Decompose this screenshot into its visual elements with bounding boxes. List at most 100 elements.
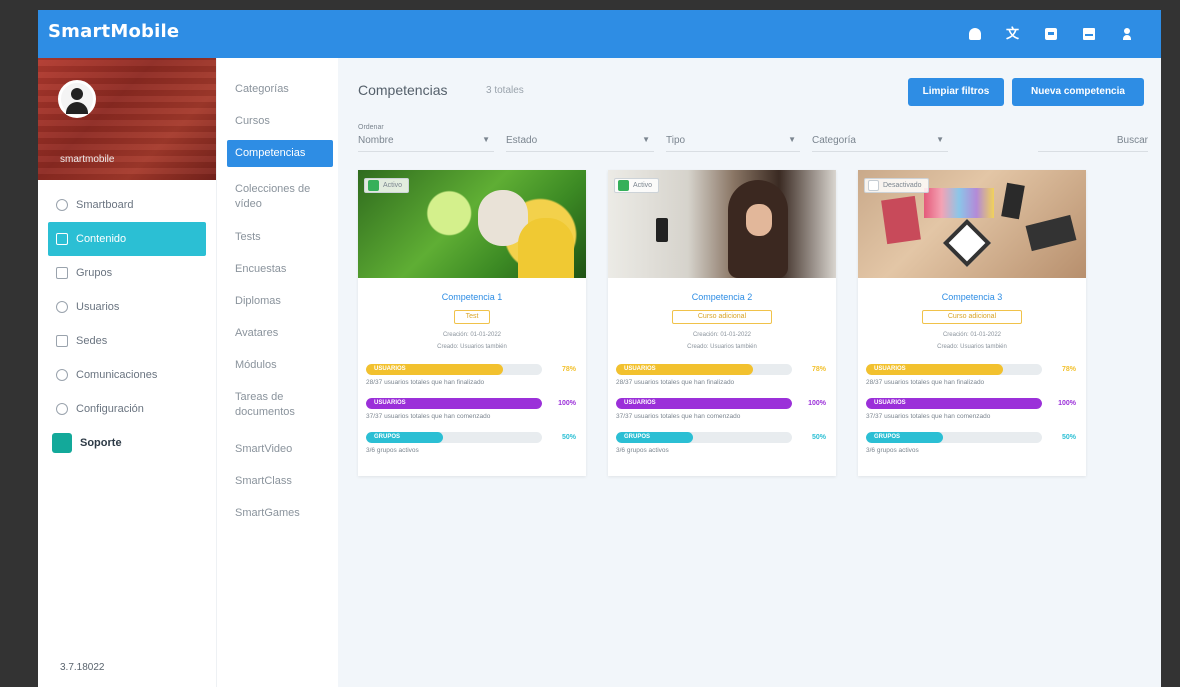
category-item[interactable]: Tareas de documentos [227, 384, 333, 426]
sidebar-item-usuarios[interactable]: Usuarios [48, 290, 206, 324]
profile-header: smartmobile [38, 58, 216, 180]
top-bar: SmartMobile 文 [38, 10, 1161, 58]
progress-bar-groups: GRUPOS [366, 432, 542, 443]
sidebar-item-smartboard[interactable]: Smartboard [48, 188, 206, 222]
sort-select[interactable]: Ordenar Nombre ▼ [358, 122, 494, 152]
progress-bar-started: USUARIOS [366, 398, 542, 409]
sites-icon [56, 335, 68, 347]
checkbox-icon [868, 180, 879, 191]
filter-value: Estado [506, 135, 538, 146]
progress-bar-started: USUARIOS [866, 398, 1042, 409]
status-select[interactable]: Estado ▼ [506, 122, 654, 152]
checkbox-icon [368, 180, 379, 191]
card-tag: Curso adicional [922, 310, 1022, 324]
progress-percent: 78% [561, 366, 576, 373]
card-title[interactable]: Competencia 1 [358, 292, 586, 302]
sidebar-item-label: Sedes [76, 335, 108, 347]
content-icon [56, 233, 68, 245]
category-item[interactable]: SmartGames [227, 500, 333, 527]
progress-percent: 78% [1061, 366, 1076, 373]
search-input[interactable]: Buscar [1038, 122, 1148, 152]
settings-icon [56, 403, 68, 415]
result-count: 3 totales [486, 85, 524, 96]
progress-bar-finished: USUARIOS [866, 364, 1042, 375]
category-item[interactable]: Categorías [227, 76, 333, 103]
sidebar-item-contenido[interactable]: Contenido [48, 222, 206, 256]
status-badge[interactable]: Activo [614, 178, 660, 193]
home-icon [56, 199, 68, 211]
card-title[interactable]: Competencia 2 [608, 292, 836, 302]
status-badge-label: Activo [633, 182, 653, 189]
progress-caption: 37/37 usuarios totales que han comenzado [366, 413, 491, 420]
category-item[interactable]: Encuestas [227, 256, 333, 283]
category-item-active[interactable]: Competencias [227, 140, 333, 167]
mail-icon[interactable] [1077, 24, 1103, 44]
chat-icon[interactable] [1039, 24, 1065, 44]
card-title[interactable]: Competencia 3 [858, 292, 1086, 302]
sidebar-item-label: Contenido [76, 233, 127, 245]
chevron-down-icon: ▼ [642, 135, 650, 144]
card-meta-date: Creación: 01-01-2022 [942, 332, 1002, 338]
bell-icon[interactable] [963, 24, 989, 44]
category-item[interactable]: Tests [227, 224, 333, 251]
sidebar-item-sedes[interactable]: Sedes [48, 324, 206, 358]
sidebar-item-configuracion[interactable]: Configuración [48, 392, 206, 426]
competency-card[interactable]: Activo Competencia 2 Curso adicional Cre… [608, 170, 836, 476]
card-meta-creator: Creado: Usuarios también [437, 344, 507, 350]
status-badge[interactable]: Activo [364, 178, 410, 193]
progress-percent: 78% [811, 366, 826, 373]
type-select[interactable]: Tipo ▼ [666, 122, 800, 152]
progress-percent: 100% [558, 400, 576, 407]
sidebar: smartmobile Smartboard Contenido Grupos … [38, 58, 216, 687]
page-title: Competencias [358, 82, 448, 98]
status-badge[interactable]: Desactivado [864, 178, 929, 193]
category-item[interactable]: SmartVideo [227, 436, 333, 463]
competency-card[interactable]: Desactivado Competencia 3 Curso adiciona… [858, 170, 1086, 476]
card-tag: Curso adicional [672, 310, 772, 324]
category-item[interactable]: Módulos [227, 352, 333, 379]
clear-filters-button[interactable]: Limpiar filtros [908, 78, 1004, 106]
progress-bar-finished: USUARIOS [616, 364, 792, 375]
main-content: Competencias 3 totales Limpiar filtros N… [338, 58, 1161, 687]
category-item[interactable]: Diplomas [227, 288, 333, 315]
chevron-down-icon: ▼ [936, 135, 944, 144]
avatar[interactable] [58, 80, 96, 118]
sidebar-item-soporte[interactable]: Soporte [48, 426, 206, 460]
category-item[interactable]: SmartClass [227, 468, 333, 495]
category-item[interactable]: Avatares [227, 320, 333, 347]
app-window: SmartMobile 文 smartmobile Smartboard Con… [38, 10, 1161, 687]
new-competency-button[interactable]: Nueva competencia [1012, 78, 1144, 106]
sidebar-item-comunicaciones[interactable]: Comunicaciones [48, 358, 206, 392]
progress-fill: USUARIOS [616, 364, 754, 375]
progress-caption: 28/37 usuarios totales que han finalizad… [616, 379, 735, 386]
competency-card[interactable]: Activo Competencia 1 Test Creación: 01-0… [358, 170, 586, 476]
user-icon[interactable] [1115, 24, 1141, 44]
search-placeholder: Buscar [1116, 135, 1148, 146]
category-item[interactable]: Colecciones de vídeo [227, 176, 333, 218]
sidebar-item-label: Soporte [80, 437, 122, 449]
progress-fill: USUARIOS [866, 398, 1042, 409]
brand-logo[interactable]: SmartMobile [48, 21, 179, 42]
translate-icon[interactable]: 文 [1001, 24, 1027, 44]
top-icons: 文 [951, 24, 1141, 44]
progress-fill: USUARIOS [866, 364, 1004, 375]
category-item[interactable]: Cursos [227, 108, 333, 135]
progress-caption: 28/37 usuarios totales que han finalizad… [866, 379, 985, 386]
filter-bar: Ordenar Nombre ▼ Estado ▼ Tipo ▼ Categor… [358, 122, 1148, 152]
progress-caption: 28/37 usuarios totales que han finalizad… [366, 379, 485, 386]
progress-bar-groups: GRUPOS [616, 432, 792, 443]
progress-bar-started: USUARIOS [616, 398, 792, 409]
card-thumbnail: Activo [358, 170, 586, 278]
progress-percent: 50% [1061, 434, 1076, 441]
progress-bar-finished: USUARIOS [366, 364, 542, 375]
progress-caption: 3/6 grupos activos [616, 447, 669, 454]
progress-percent: 100% [1058, 400, 1076, 407]
checkbox-icon [618, 180, 629, 191]
profile-name: smartmobile [60, 154, 115, 165]
progress-caption: 37/37 usuarios totales que han comenzado [616, 413, 741, 420]
category-select[interactable]: Categoría ▼ [812, 122, 948, 152]
sidebar-nav: Smartboard Contenido Grupos Usuarios Sed… [48, 188, 206, 460]
sidebar-item-label: Configuración [76, 403, 144, 415]
chevron-down-icon: ▼ [482, 135, 490, 144]
sidebar-item-grupos[interactable]: Grupos [48, 256, 206, 290]
